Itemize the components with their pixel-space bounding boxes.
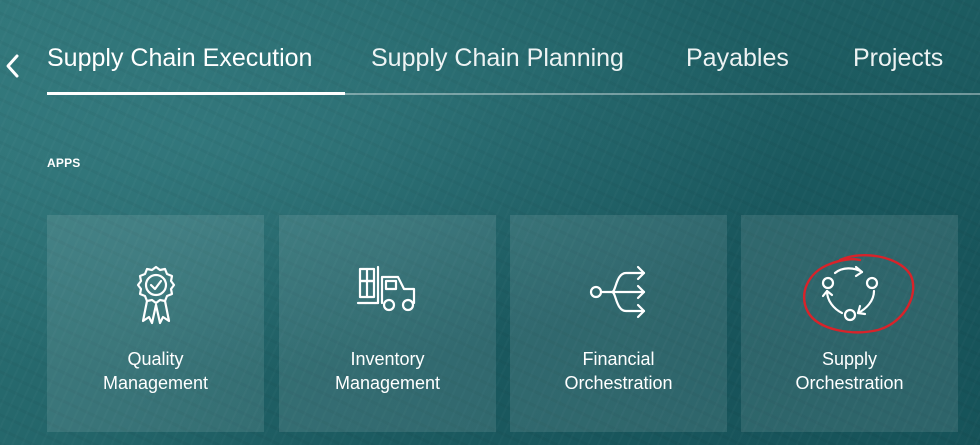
app-label-line2: Orchestration — [795, 373, 904, 393]
cycle-arrows-icon — [818, 263, 882, 328]
tab-supply-chain-execution[interactable]: Supply Chain Execution — [47, 40, 312, 76]
app-tile-financial-orchestration[interactable]: Financial Orchestration — [510, 215, 727, 432]
tab-supply-chain-planning[interactable]: Supply Chain Planning — [371, 40, 624, 76]
tab-payables[interactable]: Payables — [686, 40, 789, 76]
app-tile-supply-orchestration[interactable]: Supply Orchestration — [741, 215, 958, 432]
forklift-icon — [356, 263, 420, 318]
app-tile-inventory-management[interactable]: Inventory Management — [279, 215, 496, 432]
back-chevron-icon[interactable] — [2, 50, 22, 82]
app-label-line2: Orchestration — [564, 373, 673, 393]
award-ribbon-icon — [132, 263, 180, 334]
app-label-line1: Financial — [582, 349, 655, 369]
app-label-line1: Inventory — [350, 349, 425, 369]
app-label-line1: Supply — [821, 349, 878, 369]
app-label-line1: Quality — [127, 349, 184, 369]
branching-arrows-icon — [588, 263, 650, 326]
selected-tab-indicator — [47, 92, 345, 95]
apps-section-label: APPS — [47, 156, 81, 170]
app-label-line2: Management — [334, 373, 441, 393]
app-tile-quality-management[interactable]: Quality Management — [47, 215, 264, 432]
tab-projects[interactable]: Projects — [853, 40, 943, 76]
app-label-line2: Management — [102, 373, 209, 393]
